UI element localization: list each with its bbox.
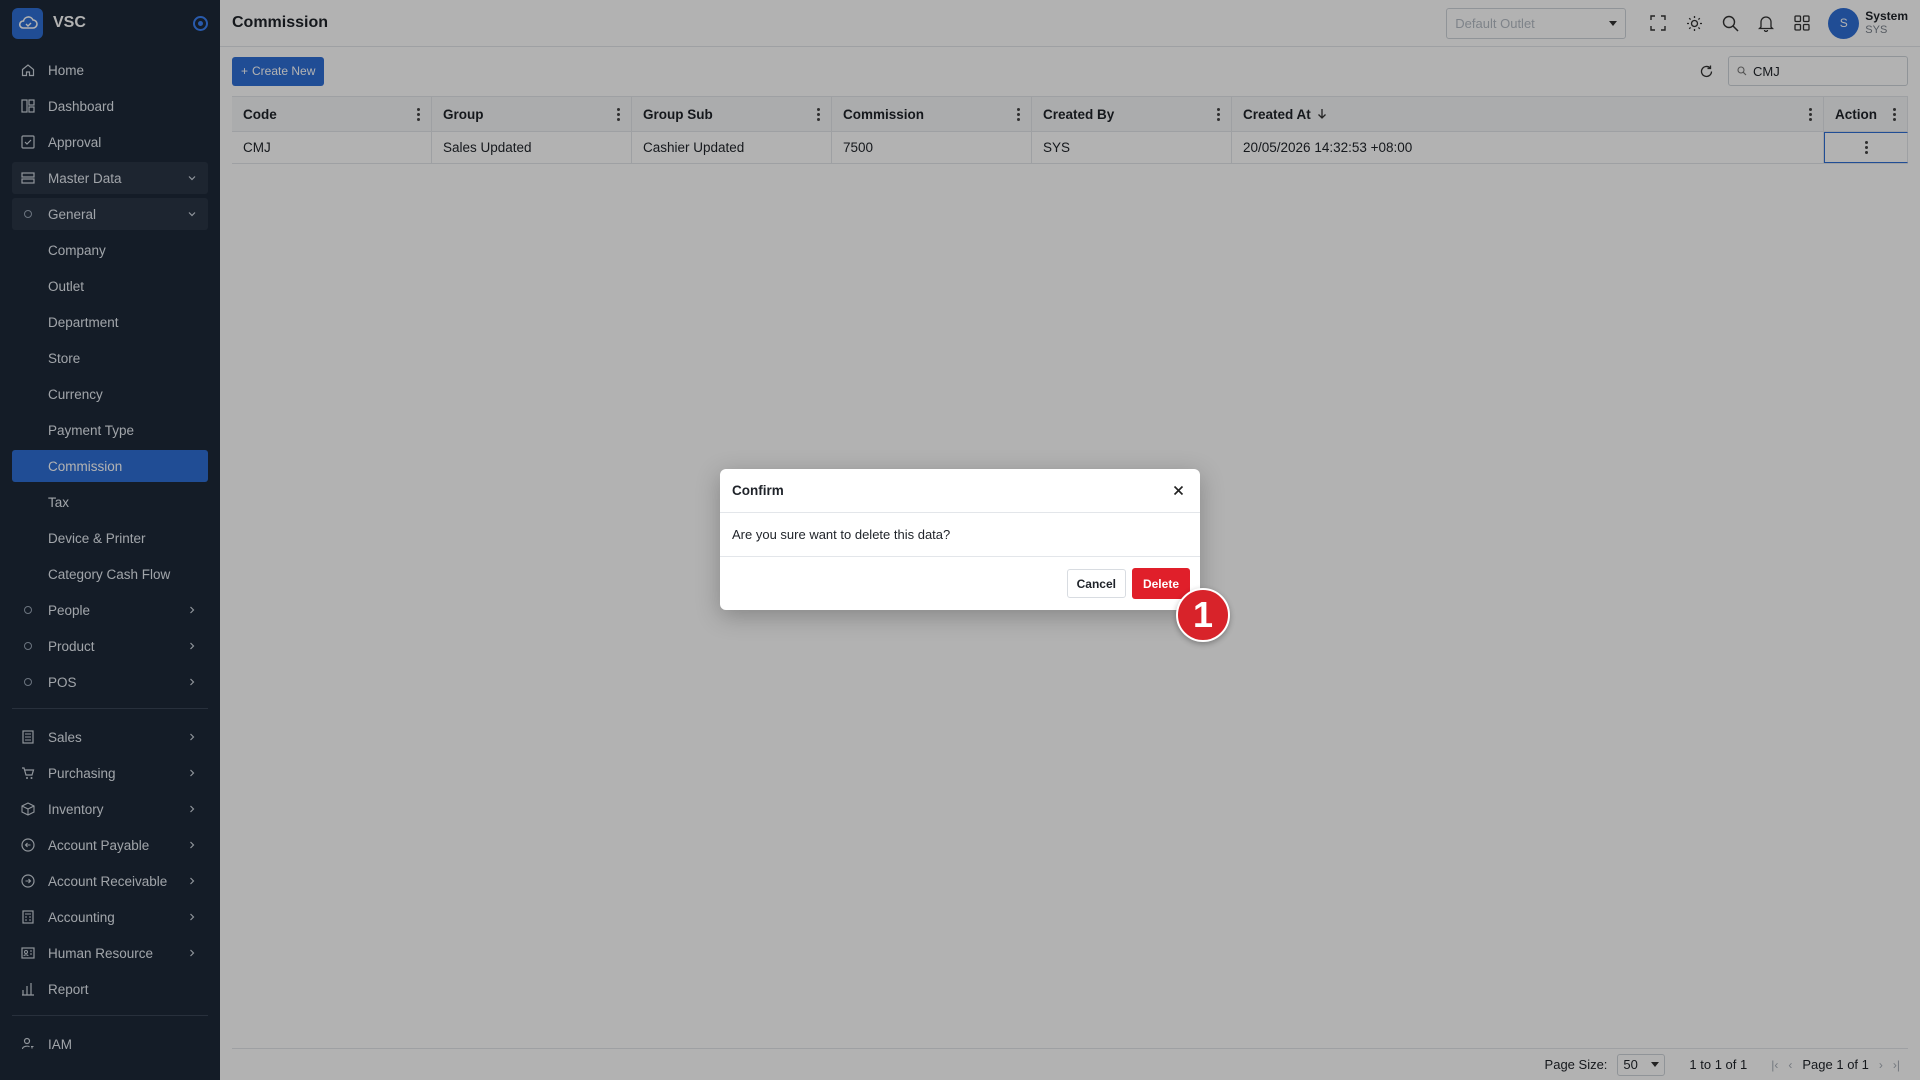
close-icon[interactable]: [1168, 481, 1188, 501]
confirm-dialog: Confirm Are you sure want to delete this…: [720, 469, 1200, 610]
dialog-footer: Cancel Delete: [720, 557, 1200, 610]
cancel-button[interactable]: Cancel: [1066, 569, 1126, 598]
delete-button[interactable]: Delete: [1131, 568, 1190, 599]
step-marker-badge: 1: [1176, 588, 1230, 642]
dialog-body: Are you sure want to delete this data?: [720, 513, 1200, 557]
dialog-message: Are you sure want to delete this data?: [732, 527, 951, 542]
dialog-title: Confirm: [732, 483, 784, 498]
dialog-header: Confirm: [720, 469, 1200, 513]
